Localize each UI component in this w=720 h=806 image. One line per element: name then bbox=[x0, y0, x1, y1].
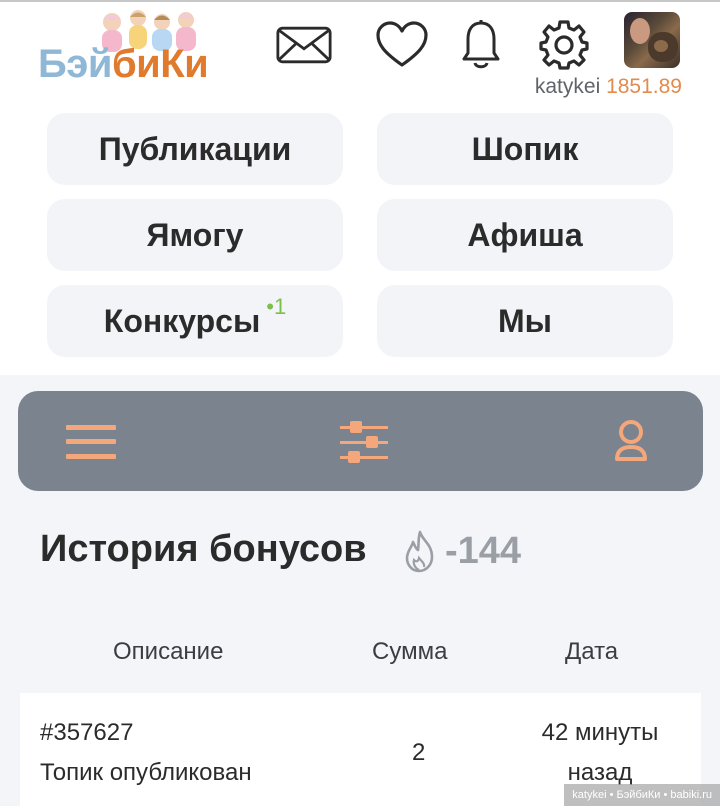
toolbar bbox=[18, 391, 703, 491]
row-topic-id[interactable]: #357627 bbox=[40, 713, 133, 753]
contests-badge: •1 bbox=[266, 294, 287, 319]
settings-gear-icon[interactable] bbox=[536, 18, 592, 72]
site-logo[interactable]: БэйбиКи bbox=[38, 8, 248, 94]
nav-yamogu-button[interactable]: Ямогу bbox=[47, 199, 343, 271]
messages-icon[interactable] bbox=[276, 18, 332, 72]
favorites-heart-icon[interactable] bbox=[374, 18, 430, 72]
row-description: Топик опубликован bbox=[40, 759, 252, 786]
row-date: 42 минуты назад bbox=[541, 719, 659, 786]
nav-afisha-button[interactable]: Афиша bbox=[377, 199, 673, 271]
nav-contests-button[interactable]: Конкурсы •1 bbox=[47, 285, 343, 357]
column-header-sum: Сумма bbox=[372, 638, 448, 665]
page-title: История бонусов bbox=[40, 528, 367, 570]
user-balance: 1851.89 bbox=[606, 75, 682, 98]
user-avatar[interactable] bbox=[624, 12, 680, 68]
menu-hamburger-icon[interactable] bbox=[63, 417, 119, 467]
site-header: БэйбиКи katykei 1851.89 Публикации Шопик… bbox=[0, 2, 720, 375]
nav-we-button[interactable]: Мы bbox=[377, 285, 673, 357]
filter-sliders-icon[interactable] bbox=[336, 417, 392, 467]
notifications-bell-icon[interactable] bbox=[453, 18, 509, 72]
profile-user-icon[interactable] bbox=[603, 417, 659, 467]
user-info[interactable]: katykei 1851.89 bbox=[535, 75, 682, 99]
row-sum: 2 bbox=[412, 739, 426, 766]
bonus-total: -144 bbox=[445, 530, 522, 572]
watermark: katykei • БэйбиКи • babiki.ru bbox=[564, 784, 720, 806]
column-header-description: Описание bbox=[113, 638, 224, 665]
logo-wordmark: БэйбиКи bbox=[38, 42, 209, 86]
username[interactable]: katykei bbox=[535, 75, 600, 98]
fire-icon bbox=[405, 530, 434, 573]
nav-shop-button[interactable]: Шопик bbox=[377, 113, 673, 185]
column-header-date: Дата bbox=[565, 638, 619, 665]
nav-publications-button[interactable]: Публикации bbox=[47, 113, 343, 185]
